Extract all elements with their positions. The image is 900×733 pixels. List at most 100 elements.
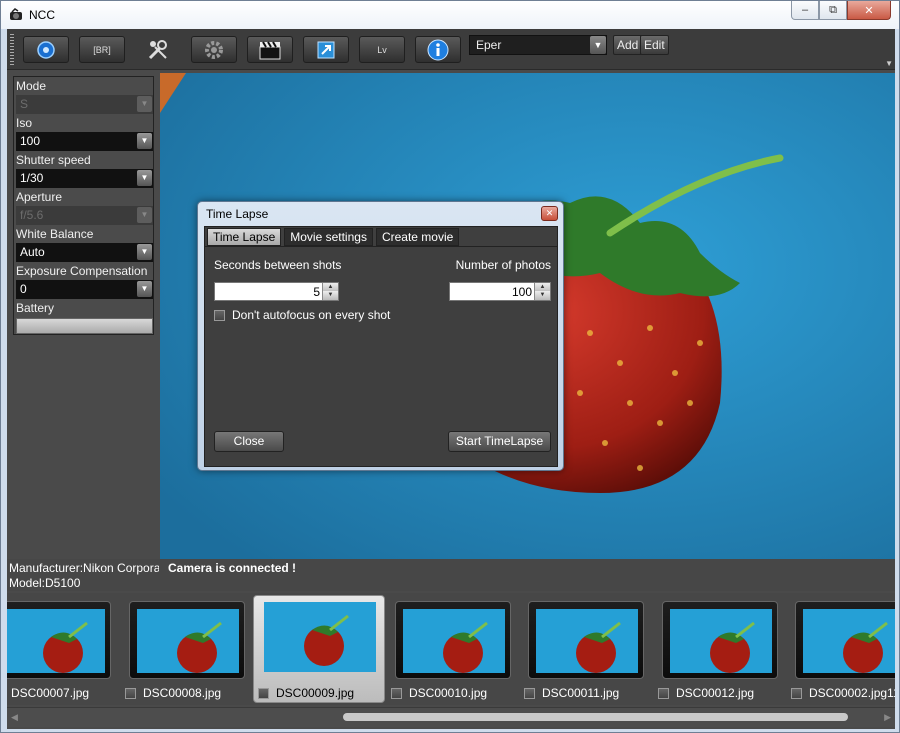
thumbnail-caption: DSC00010.jpg (391, 686, 487, 700)
bracketing-button[interactable]: [BR] (79, 36, 125, 63)
start-timelapse-button[interactable]: Start TimeLapse (448, 431, 551, 452)
thumbnail-name: DSC00011.jpg (542, 686, 620, 700)
chevron-down-icon: ▼ (137, 170, 152, 186)
thumbnail-card[interactable] (7, 601, 111, 679)
capture-icon (37, 40, 55, 59)
close-window-button[interactable]: ✕ (847, 1, 891, 20)
select-checkbox[interactable] (791, 687, 802, 699)
chevron-down-icon: ▼ (590, 36, 606, 54)
status-bar: Manufacturer:Nikon Corporatio Camera is … (7, 559, 895, 591)
spin-down-icon[interactable]: ▼ (534, 291, 550, 300)
profile-value: Eper (476, 38, 502, 52)
tab-create-movie[interactable]: Create movie (375, 228, 460, 246)
movie-button[interactable] (247, 36, 293, 63)
autofocus-checkbox[interactable] (214, 309, 225, 321)
thumbnail-strip: DSC00007.jpg DSC00008.jpg DSC00009.jpg D… (7, 593, 895, 705)
iso-label: Iso (16, 116, 33, 130)
thumbnail-caption: DSC00012.jpg (658, 686, 754, 700)
thumbnail-image (7, 609, 105, 673)
tab-movie-settings[interactable]: Movie settings (284, 228, 373, 246)
shutter-value: 1/30 (20, 171, 44, 185)
capture-button[interactable] (23, 36, 69, 63)
photos-value: 100 (511, 285, 532, 299)
thumbnail-image (536, 609, 638, 673)
profile-select[interactable]: Eper ▼ (469, 35, 607, 55)
thumbnail-image (803, 609, 895, 673)
thumbnail-card[interactable] (528, 601, 644, 679)
toolbar-grip[interactable] (10, 34, 14, 65)
window-title: NCC (29, 8, 55, 22)
autofocus-label: Don't autofocus on every shot (232, 308, 391, 322)
thumbnail-name: DSC00010.jpg (409, 686, 488, 700)
scroll-left-icon[interactable]: ◀ (11, 712, 18, 723)
thumbnail-image (264, 602, 376, 672)
info-button[interactable] (415, 36, 461, 63)
close-icon: ✕ (864, 4, 874, 17)
tools-button[interactable] (135, 36, 181, 63)
select-checkbox[interactable] (125, 687, 136, 699)
exposure-label: Exposure Compensation (16, 264, 148, 278)
dialog-body: Time Lapse Movie settings Create movie S… (204, 226, 558, 467)
toolbar-overflow-icon[interactable]: ▼ (885, 59, 893, 68)
liveview-button[interactable]: Lv (359, 36, 405, 63)
scrollbar-thumb[interactable] (343, 713, 848, 721)
maximize-button[interactable]: ⧉ (819, 1, 847, 20)
thumbnail-card[interactable] (129, 601, 245, 679)
tools-icon (148, 39, 167, 59)
thumbnail-card[interactable] (662, 601, 778, 679)
settings-button[interactable] (191, 36, 237, 63)
thumbnail-caption: DSC00011.jpg (524, 686, 619, 700)
thumbnail-image (670, 609, 772, 673)
select-checkbox[interactable] (391, 687, 402, 699)
thumbnail-caption: DSC00002.jpg11 (791, 686, 895, 700)
aperture-value: f/5.6 (20, 208, 44, 222)
seconds-spinner[interactable]: 5 ▲ ▼ (214, 282, 339, 301)
scroll-right-icon[interactable]: ▶ (884, 712, 891, 723)
iso-value: 100 (20, 134, 41, 148)
thumbnail-caption: DSC00009.jpg (258, 686, 354, 700)
restore-icon: ⧉ (829, 3, 837, 16)
toolbar: [BR] Lv Eper ▼ Add Edit ▼ (7, 29, 895, 70)
mode-label: Mode (16, 79, 47, 93)
mode-select: S ▼ (16, 95, 153, 114)
exposure-select[interactable]: 0 ▼ (16, 280, 153, 299)
thumbnail-caption: DSC00008.jpg (125, 686, 221, 700)
thumbnail-card[interactable] (795, 601, 895, 679)
minimize-button[interactable]: – (791, 1, 819, 20)
photos-label: Number of photos (455, 258, 551, 272)
autofocus-option[interactable]: Don't autofocus on every shot (214, 308, 390, 322)
manufacturer-text: Manufacturer:Nikon Corporatio (9, 561, 159, 575)
close-icon: ✕ (545, 208, 554, 218)
dialog-close-button[interactable]: ✕ (541, 206, 558, 221)
spin-down-icon[interactable]: ▼ (322, 291, 338, 300)
edit-profile-button[interactable]: Edit (640, 35, 669, 55)
title-bar: NCC – ⧉ ✕ (1, 1, 899, 29)
horizontal-scrollbar[interactable]: ◀ ▶ (7, 707, 895, 727)
aperture-select: f/5.6 ▼ (16, 206, 153, 225)
close-button[interactable]: Close (214, 431, 284, 452)
chevron-down-icon: ▼ (137, 281, 152, 297)
camera-settings-panel: Mode S ▼ Iso 100 ▼ Shutter speed 1/30 ▼ Ape… (13, 76, 154, 335)
info-icon (427, 39, 449, 60)
tab-time-lapse[interactable]: Time Lapse (207, 228, 282, 246)
fullscreen-button[interactable] (303, 36, 349, 63)
iso-select[interactable]: 100 ▼ (16, 132, 153, 151)
wb-select[interactable]: Auto ▼ (16, 243, 153, 262)
battery-label: Battery (16, 301, 55, 315)
wb-value: Auto (20, 245, 45, 259)
seconds-value: 5 (313, 285, 320, 299)
thumbnail-name: DSC00012.jpg (676, 686, 755, 700)
app-window: NCC – ⧉ ✕ [BR] Lv Eper ▼ Add Edit ▼ Mode… (0, 0, 900, 733)
add-profile-button[interactable]: Add (613, 35, 643, 55)
thumbnail-name: DSC00007.jpg (11, 686, 90, 700)
connection-status: Camera is connected ! (168, 561, 297, 575)
photos-spinner[interactable]: 100 ▲ ▼ (449, 282, 551, 301)
shutter-select[interactable]: 1/30 ▼ (16, 169, 153, 188)
select-checkbox[interactable] (658, 687, 669, 699)
select-checkbox[interactable] (258, 687, 269, 699)
timelapse-dialog: Time Lapse ✕ Time Lapse Movie settings C… (197, 201, 564, 471)
tab-divider (205, 246, 557, 247)
thumbnail-card[interactable] (395, 601, 511, 679)
gear-icon (205, 40, 223, 59)
select-checkbox[interactable] (524, 687, 535, 699)
